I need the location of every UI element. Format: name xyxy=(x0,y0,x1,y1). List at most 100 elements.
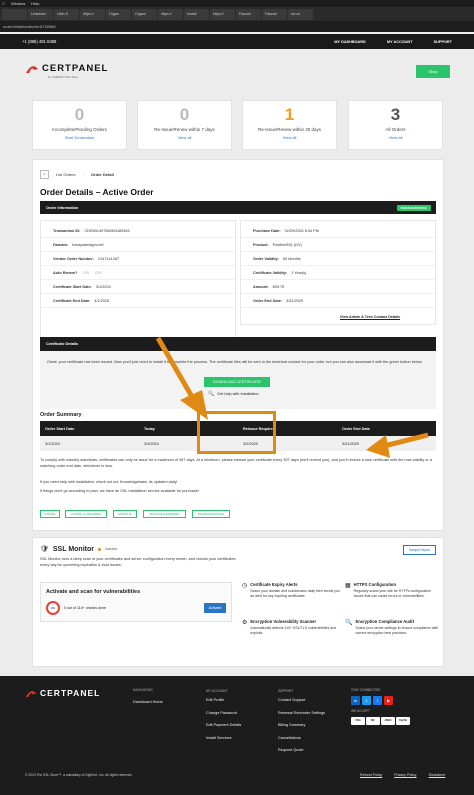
browser-tab[interactable]: Organ xyxy=(106,8,131,20)
ssl-monitor-title: SSL Monitor xyxy=(52,545,94,553)
browser-tab[interactable]: https:// xyxy=(210,8,235,20)
apple-icon[interactable]:  xyxy=(2,1,5,6)
browser-tab[interactable]: https:// xyxy=(158,8,183,20)
feature-title: Certificate Expiry Alerts xyxy=(250,582,298,587)
footer-col-heading: NAVIGATION xyxy=(133,688,153,692)
stat-label: Re-Issue/Renew within 7 days xyxy=(154,127,215,132)
menu-help[interactable]: Help xyxy=(31,1,39,6)
browser-tab[interactable]: Utah S xyxy=(54,8,79,20)
youtube-icon[interactable]: ▶ xyxy=(384,696,393,705)
home-icon[interactable]: ⌂ xyxy=(40,170,49,179)
reissue-note: To comply with industry standards, certi… xyxy=(40,458,432,468)
nav-support[interactable]: SUPPORT xyxy=(434,40,452,44)
feature-desc: Automatically detects 110+ SSL/TLS vulne… xyxy=(250,626,337,635)
view-all-link[interactable]: View all xyxy=(349,135,442,140)
annotation-arrow-down xyxy=(155,336,208,420)
browser-tab[interactable]: Fascah xyxy=(236,8,261,20)
stat-label: Re-Issue/Renew within 30 days xyxy=(257,127,322,132)
cancel-reorder-button[interactable]: CANCEL & REORDER xyxy=(65,510,107,518)
knowledgebase-note[interactable]: If you need help with installation, chec… xyxy=(40,480,436,486)
nav-my-dashboard[interactable]: MY DASHBOARD xyxy=(334,40,365,44)
reissue-button[interactable]: REISSUE xyxy=(113,510,137,518)
address-bar[interactable]: order/detail/order/id=6732665 xyxy=(0,21,474,32)
browser-tab[interactable]: Fascah xyxy=(262,8,287,20)
nav-my-account[interactable]: MY ACCOUNT xyxy=(387,40,413,44)
feature-title: HTTPS Configuration xyxy=(353,582,397,587)
site-header: +1 (888) 481.5388 MY DASHBOARD MY ACCOUN… xyxy=(0,34,474,49)
amex-icon: AMEX xyxy=(381,717,395,725)
start-generation-link[interactable]: Start Generation xyxy=(33,135,126,140)
we-accept-heading: WE ACCEPT xyxy=(351,709,371,713)
stat-number: 0 xyxy=(74,105,85,124)
status-dot-icon xyxy=(97,547,101,551)
installation-help-link[interactable]: 🔍 Get help with Installation xyxy=(208,391,259,397)
brand-sub: by COMODO SSL Store xyxy=(48,75,79,79)
order-info-header: Order Information REISSUE/INVOICE xyxy=(40,201,436,214)
linkedin-icon[interactable]: in xyxy=(351,696,360,705)
cell-order-start: 3/1/2024 xyxy=(45,441,60,446)
footer-link-change-password[interactable]: Change Password xyxy=(206,707,241,720)
menu-window[interactable]: Window xyxy=(11,1,25,6)
footer-legal-links: Refund Policy Privacy Policy Disclaimer xyxy=(360,773,445,777)
footer-link-billing[interactable]: Billing Summary xyxy=(278,719,325,732)
footer-logo[interactable]: CERTPANEL xyxy=(25,688,100,698)
feature-https: ▦ HTTPS Configuration Regularly scans yo… xyxy=(345,582,440,599)
installation-service-note[interactable]: If things don't go according to plan, we… xyxy=(40,489,436,495)
activate-title: Activate and scan for vulnerabilities xyxy=(46,589,141,595)
paypal-icon: PayPal xyxy=(396,717,410,725)
activate-button[interactable]: Activate xyxy=(204,603,226,613)
breadcrumb-list-orders[interactable]: List Orders xyxy=(56,172,76,177)
auto-renew-toggle[interactable]: ON xyxy=(83,271,89,275)
footer-link-install[interactable]: Install Services xyxy=(206,732,241,745)
admin-contact-link[interactable]: View Admin & Tech Contact Details xyxy=(340,315,400,319)
cancel-button[interactable]: CANCEL xyxy=(40,510,60,518)
progress-ring: 0% xyxy=(46,601,60,615)
kv-order-validity: Order Validity: 60 Months xyxy=(241,252,435,266)
footer-connect: STAY CONNECTED in t f ▶ WE ACCEPT VISA MC AME… xyxy=(351,688,411,725)
certpanel-logo[interactable]: CERTPANEL xyxy=(25,63,108,74)
brand-name: CERTPANEL xyxy=(42,63,109,74)
manage-reminder-button[interactable]: MANAGE REMINDER xyxy=(143,510,186,518)
stat-card-30days: 1 Re-Issue/Renew within 30 days View all xyxy=(242,100,337,150)
kv-order-end: Order End Date: 3/31/2029 xyxy=(241,294,435,308)
privacy-policy-link[interactable]: Privacy Policy xyxy=(394,773,416,777)
browser-tab[interactable] xyxy=(2,8,27,20)
browser-tab[interactable]: Install xyxy=(184,8,209,20)
stat-number: 3 xyxy=(390,105,401,124)
footer-link-payment[interactable]: Edit Payment Details xyxy=(206,719,241,732)
view-all-link[interactable]: View all xyxy=(138,135,231,140)
browser-tab[interactable]: https:// xyxy=(80,8,105,20)
footer-link-contact[interactable]: Contact Support xyxy=(278,694,325,707)
download-certificate-button[interactable]: DOWNLOAD CERTIFICATE xyxy=(204,377,270,387)
shop-label: Shop xyxy=(428,69,438,74)
facebook-icon[interactable]: f xyxy=(373,696,382,705)
reissue-invoice-button[interactable]: REISSUE/INVOICE xyxy=(192,510,230,518)
reissue-invoice-badge[interactable]: REISSUE/INVOICE xyxy=(396,204,431,211)
search-icon: 🔍 xyxy=(345,620,353,626)
stat-label: All Orders xyxy=(385,127,406,132)
disclaimer-link[interactable]: Disclaimer xyxy=(429,773,446,777)
cert-details-title: Certificate Details xyxy=(46,342,79,346)
browser-tab[interactable]: ssl ce xyxy=(288,8,313,20)
kv-cert-end: Certificate End Date: 4/1/2025 xyxy=(41,294,235,308)
refund-policy-link[interactable]: Refund Policy xyxy=(360,773,382,777)
footer-link-cancellations[interactable]: Cancellations xyxy=(278,732,325,745)
footer-link-reminder[interactable]: Renewal Reminder Settings xyxy=(278,707,325,720)
twitter-icon[interactable]: t xyxy=(362,696,371,705)
ssl-monitor-desc: SSL Monitor runs a deep scan of your cer… xyxy=(40,557,236,567)
shop-button[interactable]: Shop xyxy=(416,65,450,78)
support-phone[interactable]: +1 (888) 481.5388 xyxy=(22,39,56,44)
footer-link-edit-profile[interactable]: Edit Profile xyxy=(206,694,241,707)
footer-link-dashboard[interactable]: Dashboard Home xyxy=(133,700,163,704)
view-all-link[interactable]: View all xyxy=(243,135,336,140)
order-info-left: Transaction ID: CDR831497583M3189345 Doma… xyxy=(40,220,236,338)
browser-tab[interactable]: Organi xyxy=(132,8,157,20)
feature-desc: Scans your server settings to ensure com… xyxy=(355,626,439,635)
feature-title: Encryption Compliance Audit xyxy=(355,619,414,624)
breadcrumb-current: Order Detail xyxy=(90,172,114,177)
sample-report-button[interactable]: Sample Report xyxy=(403,545,436,555)
status-badge: Inactive xyxy=(104,547,118,551)
footer-col-account: MY ACCOUNT Edit Profile Change Password … xyxy=(206,688,241,744)
footer-link-quote[interactable]: Request Quote xyxy=(278,744,325,757)
browser-tab[interactable]: Unsubscr xyxy=(28,8,53,20)
